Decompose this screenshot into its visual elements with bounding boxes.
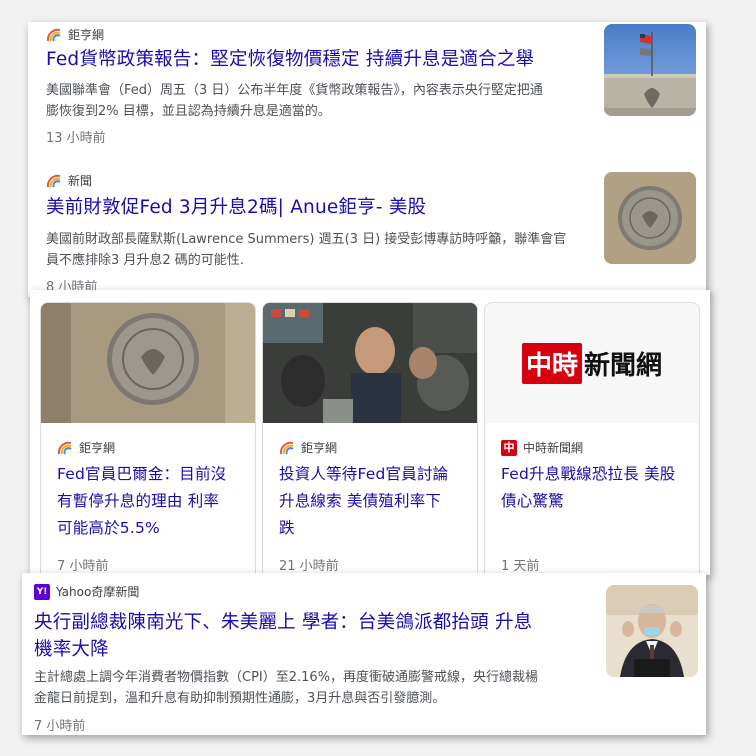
story-thumbnail[interactable] xyxy=(604,24,696,116)
headline-line: 機率大降 xyxy=(34,639,109,660)
news-panel-top: 鉅亨網 Fed貨幣政策報告：堅定恢復物價穩定 持續升息是適合之舉 美國聯準會（F… xyxy=(28,22,706,297)
headline-line: 可能高於5.5% xyxy=(57,519,160,537)
rainbow-icon xyxy=(279,441,294,454)
story-source[interactable]: 新聞 xyxy=(46,172,92,189)
source-name: 新聞 xyxy=(68,174,93,188)
headline-line: 債心驚驚 xyxy=(501,492,564,510)
official-portrait-image xyxy=(606,585,698,677)
headline-line: Fed官員巴爾金：目前沒 xyxy=(57,465,227,483)
card-headline[interactable]: 投資人等待Fed官員討論 升息線索 美債殖利率下 跌 xyxy=(279,461,467,542)
card-headline[interactable]: Fed升息戰線恐拉長 美股 債心驚驚 xyxy=(501,461,689,515)
story-thumbnail[interactable] xyxy=(606,585,698,677)
rainbow-icon xyxy=(46,28,61,41)
fed-seal-image xyxy=(604,172,696,264)
snippet-line: 美國聯準會（Fed）周五（3 日）公布半年度《貨幣政策報告》，內容表示央行堅定把… xyxy=(46,83,543,98)
source-name: 鉅亨網 xyxy=(301,441,338,455)
card-source: 中 中時新聞網 xyxy=(501,439,583,456)
fed-seal-image xyxy=(41,303,255,423)
headline-line: 投資人等待Fed官員討論 xyxy=(279,465,449,483)
headline-line: 央行副總裁陳南光下、朱美麗上 學者：台美鴿派都抬頭 升息 xyxy=(34,612,533,633)
headline-line: 升息線索 美債殖利率下 xyxy=(279,492,442,510)
headline-line: 跌 xyxy=(279,519,295,537)
story-headline[interactable]: Fed貨幣政策報告：堅定恢復物價穩定 持續升息是適合之舉 xyxy=(46,46,606,73)
card-image xyxy=(41,303,255,423)
headline-line: 有暫停升息的理由 利率 xyxy=(57,492,220,510)
story-headline[interactable]: 美前財敦促Fed 3月升息2碼| Anue鉅亨- 美股 xyxy=(46,194,606,221)
source-name: 鉅亨網 xyxy=(79,441,116,455)
card-image: 中時 新聞網 xyxy=(485,303,699,423)
news-card[interactable]: 中時 新聞網 中 中時新聞網 Fed升息戰線恐拉長 美股 債心驚驚 1 天前 xyxy=(484,302,700,576)
snippet-line: 膨恢復到2% 目標，並且認為持續升息是適當的。 xyxy=(46,104,331,119)
story-time: 13 小時前 xyxy=(46,131,106,146)
source-name: 鉅亨網 xyxy=(68,28,105,42)
snippet-line: 員不應排除3 月升息2 碼的可能性. xyxy=(46,253,244,268)
story-headline[interactable]: 央行副總裁陳南光下、朱美麗上 學者：台美鴿派都抬頭 升息 機率大降 xyxy=(34,609,594,663)
logo-text-red: 中時 xyxy=(521,342,582,384)
card-time: 7 小時前 xyxy=(57,559,109,574)
chinatimes-icon: 中 xyxy=(501,439,517,456)
story-source[interactable]: Y! Yahoo奇摩新聞 xyxy=(34,583,139,600)
story-thumbnail[interactable] xyxy=(604,172,696,264)
rainbow-icon xyxy=(46,174,61,187)
news-card-carousel: 鉅亨網 Fed官員巴爾金：目前沒 有暫停升息的理由 利率 可能高於5.5% 7 … xyxy=(30,290,710,576)
card-source: 鉅亨網 xyxy=(279,439,337,456)
card-headline[interactable]: Fed官員巴爾金：目前沒 有暫停升息的理由 利率 可能高於5.5% xyxy=(57,461,245,542)
headline-line: Fed升息戰線恐拉長 美股 xyxy=(501,465,676,483)
rainbow-icon xyxy=(57,441,72,454)
news-card[interactable]: 鉅亨網 投資人等待Fed官員討論 升息線索 美債殖利率下 跌 21 小時前 xyxy=(262,302,478,576)
fed-building-image xyxy=(604,24,696,116)
story-snippet: 美國前財政部長薩默斯(Lawrence Summers) 週五(3 日) 接受彭… xyxy=(46,229,606,271)
card-time: 21 小時前 xyxy=(279,559,339,574)
yahoo-icon: Y! xyxy=(34,583,50,600)
snippet-line: 美國前財政部長薩默斯(Lawrence Summers) 週五(3 日) 接受彭… xyxy=(46,232,567,247)
story-snippet: 美國聯準會（Fed）周五（3 日）公布半年度《貨幣政策報告》，內容表示央行堅定把… xyxy=(46,80,606,122)
news-card[interactable]: 鉅亨網 Fed官員巴爾金：目前沒 有暫停升息的理由 利率 可能高於5.5% 7 … xyxy=(40,302,256,576)
card-image xyxy=(263,303,477,423)
source-name: Yahoo奇摩新聞 xyxy=(56,585,140,599)
logo-text-black: 新聞網 xyxy=(584,350,663,381)
traders-photo xyxy=(263,303,477,423)
snippet-line: 金龍日前提到，溫和升息有助抑制預期性通膨，3月升息與否引發臆測。 xyxy=(34,691,446,706)
card-time: 1 天前 xyxy=(501,559,540,574)
snippet-line: 主計總處上調今年消費者物價指數（CPI）至2.16%，再度衝破通膨警戒線，央行總… xyxy=(34,670,539,685)
story-source[interactable]: 鉅亨網 xyxy=(46,26,104,43)
source-name: 中時新聞網 xyxy=(523,441,584,455)
card-source: 鉅亨網 xyxy=(57,439,115,456)
chinatimes-logo-image: 中時 新聞網 xyxy=(521,342,663,384)
story-snippet: 主計總處上調今年消費者物價指數（CPI）至2.16%，再度衝破通膨警戒線，央行總… xyxy=(34,667,604,709)
story-time: 7 小時前 xyxy=(34,719,86,734)
news-panel-bottom: Y! Yahoo奇摩新聞 央行副總裁陳南光下、朱美麗上 學者：台美鴿派都抬頭 升… xyxy=(22,573,706,735)
